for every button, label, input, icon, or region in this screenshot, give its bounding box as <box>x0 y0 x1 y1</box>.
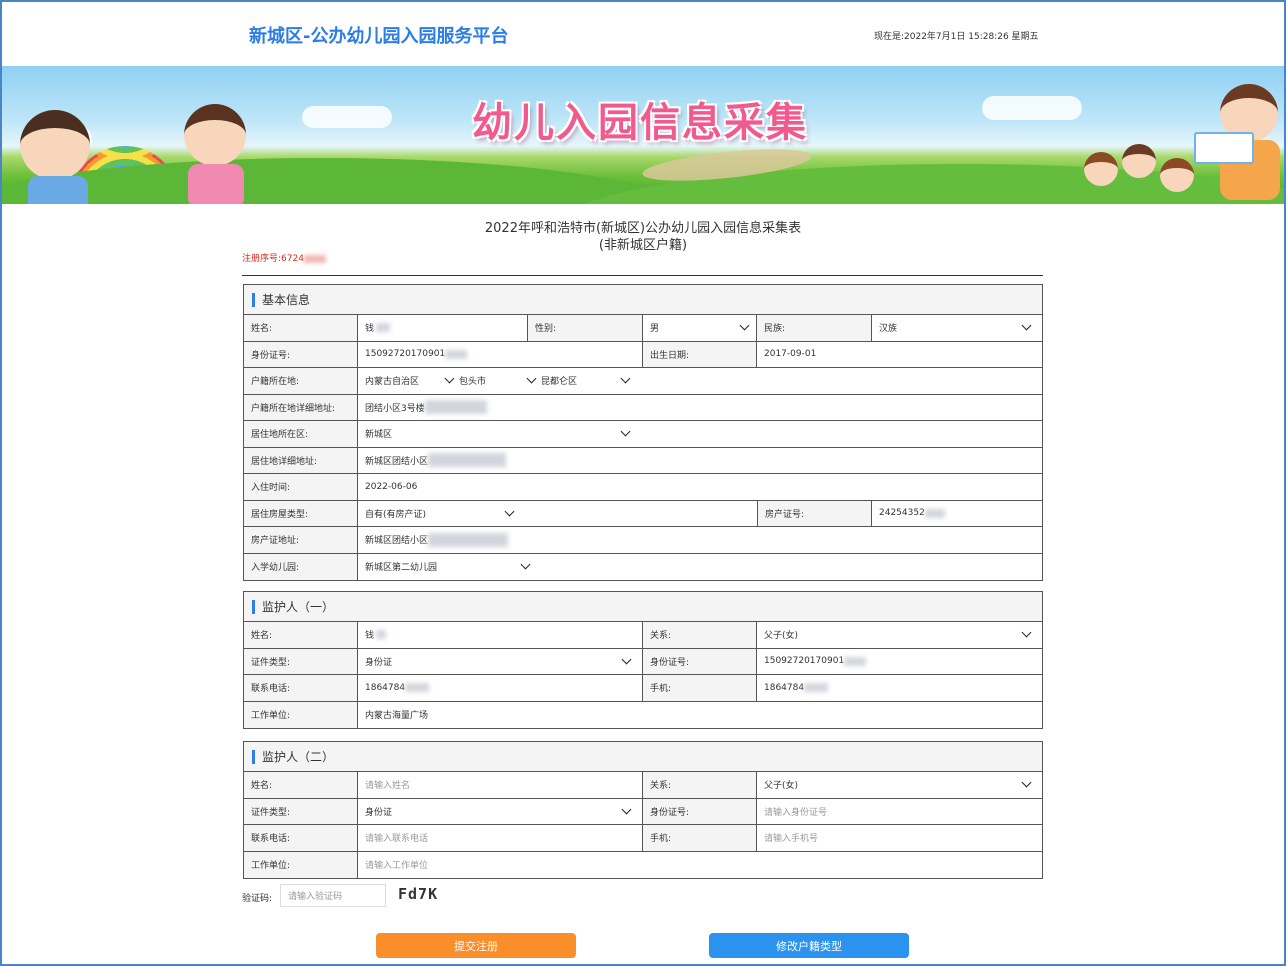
relation-label: 关系: <box>643 622 757 648</box>
chevron-down-icon <box>739 320 750 331</box>
boy-illustration <box>20 110 90 180</box>
guardian2-work-input[interactable]: 请输入工作单位 <box>358 851 1042 878</box>
chevron-down-icon <box>620 426 631 437</box>
birth-date-field[interactable]: 2017-09-01 <box>757 341 1042 367</box>
gender-label: 性别: <box>528 315 643 341</box>
deed-address-label: 房产证地址: <box>244 527 358 553</box>
guardian1-phone-input[interactable]: 1864784 <box>358 675 643 701</box>
name-label: 姓名: <box>244 772 358 798</box>
guardian1-relation-select[interactable]: 父子(女) <box>757 622 1042 648</box>
section-heading: 基本信息 <box>244 285 1042 315</box>
chevron-down-icon <box>444 373 455 384</box>
residence-address-input[interactable]: 新城区团结小区 <box>358 447 1042 473</box>
banner: 幼儿入园信息采集 <box>2 66 1284 204</box>
id-label: 身份证号: <box>643 798 757 824</box>
hukou-label: 户籍所在地: <box>244 368 358 394</box>
guardian1-idtype-select[interactable]: 身份证 <box>358 648 643 674</box>
child-name-input[interactable]: 钱 <box>358 315 528 341</box>
ethnic-label: 民族: <box>757 315 872 341</box>
child-id-input[interactable]: 15092720170901 <box>358 341 643 367</box>
id-label: 身份证号: <box>244 341 358 367</box>
change-hukou-type-button[interactable]: 修改户籍类型 <box>709 933 909 958</box>
submit-button[interactable]: 提交注册 <box>376 933 576 958</box>
section-heading: 监护人（二） <box>244 742 1042 772</box>
house-type-label: 居住房屋类型: <box>244 500 358 526</box>
chevron-down-icon <box>621 804 632 815</box>
relation-label: 关系: <box>643 772 757 798</box>
province-select[interactable]: 内蒙古自治区 <box>365 368 459 394</box>
guardian2-relation-select[interactable]: 父子(女) <box>757 772 1042 798</box>
name-label: 姓名: <box>244 622 358 648</box>
current-time: 现在是:2022年7月1日 15:28:26 星期五 <box>874 32 1039 42</box>
guardian2-name-input[interactable]: 请输入姓名 <box>358 772 643 798</box>
hukou-selects: 内蒙古自治区 包头市 昆都仑区 <box>358 368 1042 394</box>
section-heading: 监护人（一） <box>244 592 1042 622</box>
residence-district-select[interactable]: 新城区 <box>358 421 1042 447</box>
work-label: 工作单位: <box>244 701 358 728</box>
house-type-select[interactable]: 自有(有房产证) <box>358 500 758 526</box>
girl-illustration <box>184 104 246 166</box>
hukou-address-label: 户籍所在地详细地址: <box>244 394 358 420</box>
section-basic-info: 基本信息 姓名: 钱 性别: 男 民族: 汉族 身份证号: 1509272017… <box>243 284 1043 581</box>
registration-number: 注册序号:6724 <box>242 251 326 264</box>
chevron-down-icon <box>1021 777 1032 788</box>
ethnic-select[interactable]: 汉族 <box>872 315 1042 341</box>
name-label: 姓名: <box>244 315 358 341</box>
section-guardian-1: 监护人（一） 姓名: 钱 关系: 父子(女) 证件类型: 身份证 身份证号: 1… <box>243 591 1043 729</box>
move-in-label: 入住时间: <box>244 474 358 500</box>
deed-number-label: 房产证号: <box>758 500 872 526</box>
birth-label: 出生日期: <box>643 341 757 367</box>
phone-label: 联系电话: <box>244 675 358 701</box>
captcha-input[interactable]: 请输入验证码 <box>280 884 386 907</box>
id-type-label: 证件类型: <box>244 648 358 674</box>
id-label: 身份证号: <box>643 648 757 674</box>
move-in-date-field[interactable]: 2022-06-06 <box>358 474 1042 500</box>
chevron-down-icon <box>520 559 531 570</box>
captcha-image[interactable]: Fd7K <box>398 885 438 903</box>
work-label: 工作单位: <box>244 851 358 878</box>
form-subtitle: (非新城区户籍) <box>598 238 688 253</box>
guardian1-id-input[interactable]: 15092720170901 <box>757 648 1042 674</box>
kindergarten-label: 入学幼儿园: <box>244 553 358 580</box>
guardian2-phone-input[interactable]: 请输入联系电话 <box>358 825 643 851</box>
guardian2-idtype-select[interactable]: 身份证 <box>358 798 643 824</box>
gender-select[interactable]: 男 <box>643 315 757 341</box>
mobile-label: 手机: <box>643 675 757 701</box>
residence-address-label: 居住地详细地址: <box>244 447 358 473</box>
redacted-mask <box>303 254 326 263</box>
phone-label: 联系电话: <box>244 825 358 851</box>
section-guardian-2: 监护人（二） 姓名: 请输入姓名 关系: 父子(女) 证件类型: 身份证 身份证… <box>243 741 1043 879</box>
city-select[interactable]: 包头市 <box>459 368 541 394</box>
deed-address-input[interactable]: 新城区团结小区 <box>358 527 1042 553</box>
guardian2-mobile-input[interactable]: 请输入手机号 <box>757 825 1042 851</box>
mobile-label: 手机: <box>643 825 757 851</box>
guardian1-name-input[interactable]: 钱 <box>358 622 643 648</box>
chevron-down-icon <box>1021 627 1032 638</box>
chevron-down-icon <box>526 373 537 384</box>
kindergarten-select[interactable]: 新城区第二幼儿园 <box>358 553 1042 580</box>
guardian2-id-input[interactable]: 请输入身份证号 <box>757 798 1042 824</box>
divider <box>242 275 1043 276</box>
site-title: 新城区-公办幼儿园入园服务平台 <box>249 26 509 47</box>
chevron-down-icon <box>1021 320 1032 331</box>
hukou-address-input[interactable]: 团结小区3号楼 <box>358 394 1042 420</box>
guardian1-work-input[interactable]: 内蒙古海量广场 <box>358 701 1042 728</box>
chevron-down-icon <box>621 654 632 665</box>
child-illustration <box>1084 152 1118 186</box>
residence-district-label: 居住地所在区: <box>244 421 358 447</box>
chevron-down-icon <box>620 373 631 384</box>
guardian1-mobile-input[interactable]: 1864784 <box>757 675 1042 701</box>
captcha-label: 验证码: <box>242 894 273 904</box>
deed-number-input[interactable]: 24254352 <box>872 500 1042 526</box>
district-select[interactable]: 昆都仑区 <box>541 368 635 394</box>
banner-title: 幼儿入园信息采集 <box>472 100 808 146</box>
chevron-down-icon <box>504 506 515 517</box>
id-type-label: 证件类型: <box>244 798 358 824</box>
